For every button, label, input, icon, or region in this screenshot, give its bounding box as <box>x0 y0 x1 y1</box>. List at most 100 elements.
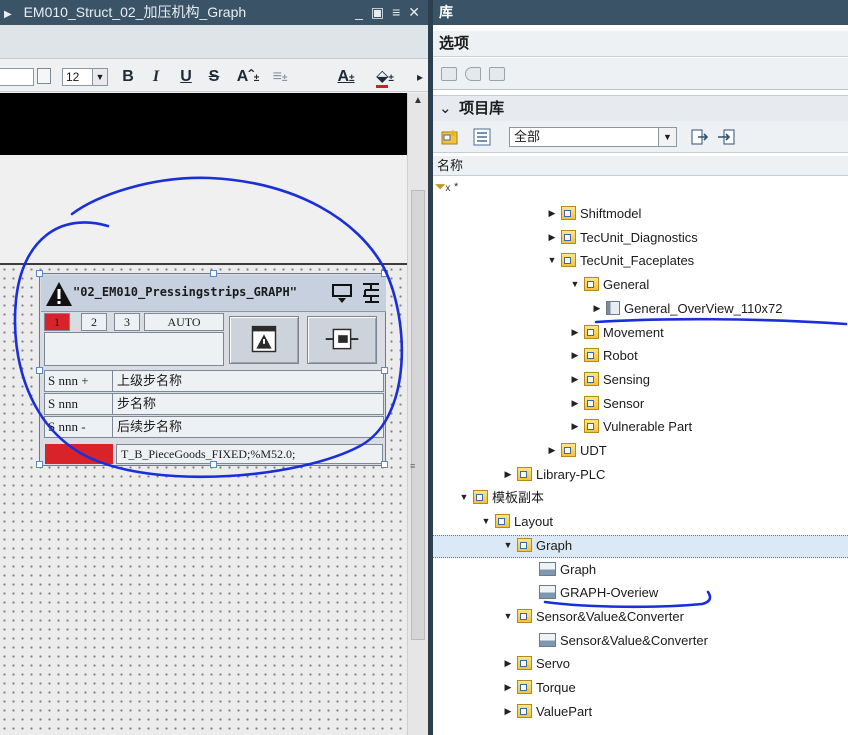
tree-item[interactable]: ▶ Library-PLC <box>501 463 605 487</box>
resize-handle[interactable] <box>210 270 217 277</box>
expand-arrow-icon[interactable]: ▶ <box>545 202 559 225</box>
download-icon[interactable] <box>331 283 353 305</box>
options-toolbar <box>433 58 848 90</box>
vertical-scrollbar[interactable]: ▲ ≡ <box>407 93 428 735</box>
resize-handle[interactable] <box>36 461 43 468</box>
close-button[interactable]: ✕ <box>408 0 420 25</box>
expand-arrow-icon[interactable]: ▶ <box>590 297 604 320</box>
import-icon[interactable] <box>717 128 735 146</box>
collapse-arrow-icon[interactable]: ▼ <box>545 249 559 272</box>
expand-arrow-icon[interactable]: ▶ <box>501 652 515 675</box>
align-icon[interactable]: ≡± <box>266 66 294 88</box>
resize-handle[interactable] <box>381 461 388 468</box>
font-color-button[interactable]: A± <box>332 66 360 88</box>
tree-item[interactable]: GRAPH-Overiew <box>523 581 658 605</box>
resize-handle[interactable] <box>36 270 43 277</box>
tree-item[interactable]: ▶ Torque <box>501 676 576 700</box>
tree-item[interactable]: ▼ TecUnit_Faceplates <box>545 249 694 273</box>
collapse-arrow-icon[interactable]: ▼ <box>501 534 515 557</box>
tree-item[interactable]: ▼ Sensor&Value&Converter <box>501 605 684 629</box>
expand-arrow-icon[interactable]: ▶ <box>501 700 515 723</box>
graph-faceplate[interactable]: "02_EM010_Pressingstrips_GRAPH" 1 2 3 AU… <box>36 270 388 468</box>
strikethrough-button[interactable]: S <box>206 66 222 88</box>
expand-arrow-icon[interactable]: ▶ <box>568 321 582 344</box>
folder-icon <box>517 680 532 694</box>
tree-item[interactable]: ▶ Robot <box>568 344 638 368</box>
step-2-cell[interactable]: 2 <box>81 313 107 331</box>
transition-tag: T_B_PieceGoods_FIXED;%M52.0; <box>116 444 383 464</box>
tree-item[interactable]: ▼ 模板副本 <box>457 486 544 510</box>
new-folder-icon[interactable] <box>441 128 459 146</box>
project-library-header[interactable]: ⌄ 项目库 <box>433 95 848 121</box>
filter-row[interactable]: ⏷x * <box>433 177 848 197</box>
tree-item[interactable]: ▼ Layout <box>479 510 553 534</box>
tree-item[interactable]: ▶ TecUnit_Diagnostics <box>545 226 698 250</box>
current-step-name: 步名称 <box>117 396 157 411</box>
brush-icon[interactable] <box>465 67 481 81</box>
collapse-arrow-icon[interactable]: ▼ <box>479 510 493 533</box>
tree-item[interactable]: ▶ ValuePart <box>501 700 592 724</box>
fill-color-icon[interactable]: ⬙± <box>368 66 402 88</box>
alarm-view-button[interactable] <box>229 316 299 364</box>
expand-arrow-icon[interactable]: ▶ <box>568 344 582 367</box>
name-column-header[interactable]: 名称 <box>433 156 848 176</box>
tree-item[interactable]: Sensor&Value&Converter <box>523 629 708 653</box>
underline-button[interactable]: U <box>178 66 194 88</box>
expand-arrow-icon[interactable]: ▶ <box>501 463 515 486</box>
tree-item-label: Sensor&Value&Converter <box>560 632 708 648</box>
bold-button[interactable]: B <box>120 66 136 88</box>
connector-button[interactable] <box>307 316 377 364</box>
expand-arrow-icon[interactable]: ▶ <box>568 392 582 415</box>
tree-item[interactable]: ▶ Sensor <box>568 392 644 416</box>
tree-item-label: Movement <box>603 324 664 340</box>
tree-item[interactable]: ▼ General <box>568 273 649 297</box>
current-step-code: S nnn <box>45 394 113 414</box>
resize-handle[interactable] <box>381 270 388 277</box>
maximize-button[interactable]: ≡ <box>392 0 400 25</box>
font-size-select[interactable]: 12 ▼ <box>62 68 108 86</box>
hierarchy-icon[interactable] <box>359 281 383 307</box>
tree-item[interactable]: ▶ Movement <box>568 321 664 345</box>
tree-item[interactable]: ▶ General_OverView_110x72 <box>590 297 783 321</box>
font-name-field[interactable] <box>0 68 34 86</box>
minimize-button[interactable]: _ <box>355 0 363 25</box>
collapse-arrow-icon[interactable]: ▼ <box>457 486 471 509</box>
expand-arrow-icon[interactable]: ▶ <box>545 226 559 249</box>
collapse-arrow-icon[interactable]: ▼ <box>568 273 582 296</box>
collapse-arrow-icon[interactable]: ▼ <box>501 605 515 628</box>
tree-item[interactable]: ▼ Graph <box>501 534 572 558</box>
tree-item[interactable]: ▶ Sensing <box>568 368 650 392</box>
details-view-icon[interactable] <box>473 128 491 146</box>
more-arrow-icon[interactable]: ▸ <box>414 66 426 88</box>
library-open-icon[interactable] <box>489 67 505 81</box>
export-icon[interactable] <box>691 128 709 146</box>
expand-arrow-icon[interactable]: ▶ <box>568 415 582 438</box>
library-view-icon[interactable] <box>441 67 457 81</box>
scroll-thumb[interactable] <box>411 190 425 640</box>
scroll-up-icon[interactable]: ▲ <box>411 95 425 109</box>
tree-item[interactable]: ▶ UDT <box>545 439 607 463</box>
tree-item[interactable]: ▶ Shiftmodel <box>545 202 641 226</box>
expand-arrow-icon[interactable]: ▶ <box>545 439 559 462</box>
resize-handle[interactable] <box>210 461 217 468</box>
tree-item[interactable]: ▶ Vulnerable Part <box>568 415 692 439</box>
status-indicator <box>45 444 113 464</box>
expand-arrow-icon[interactable]: ▶ <box>501 676 515 699</box>
folder-icon <box>517 608 532 623</box>
italic-button[interactable]: I <box>148 66 164 88</box>
tree-item[interactable]: ▶ Servo <box>501 652 570 676</box>
chevron-down-icon: ⌄ <box>439 100 452 117</box>
tree-item[interactable]: Graph <box>523 558 596 582</box>
step-3-cell[interactable]: 3 <box>114 313 140 331</box>
step-1-cell[interactable]: 1 <box>44 313 70 331</box>
list-icon[interactable] <box>37 68 51 84</box>
library-pane: 库 选项 ⌄ 项目库 全部 ▼ 名称 ⏷x * ▶ Shiftmodel ▶ T… <box>433 0 848 735</box>
filter-dropdown[interactable]: 全部 ▼ <box>509 127 677 147</box>
font-size-grow-icon[interactable]: Aˆ± <box>234 66 262 88</box>
mode-cell[interactable]: AUTO <box>144 313 224 331</box>
resize-handle[interactable] <box>381 367 388 374</box>
expand-arrow-icon[interactable]: ▶ <box>568 368 582 391</box>
float-button[interactable]: ▣ <box>371 0 384 25</box>
resize-handle[interactable] <box>36 367 43 374</box>
faceplate-header: "02_EM010_Pressingstrips_GRAPH" <box>41 275 386 312</box>
